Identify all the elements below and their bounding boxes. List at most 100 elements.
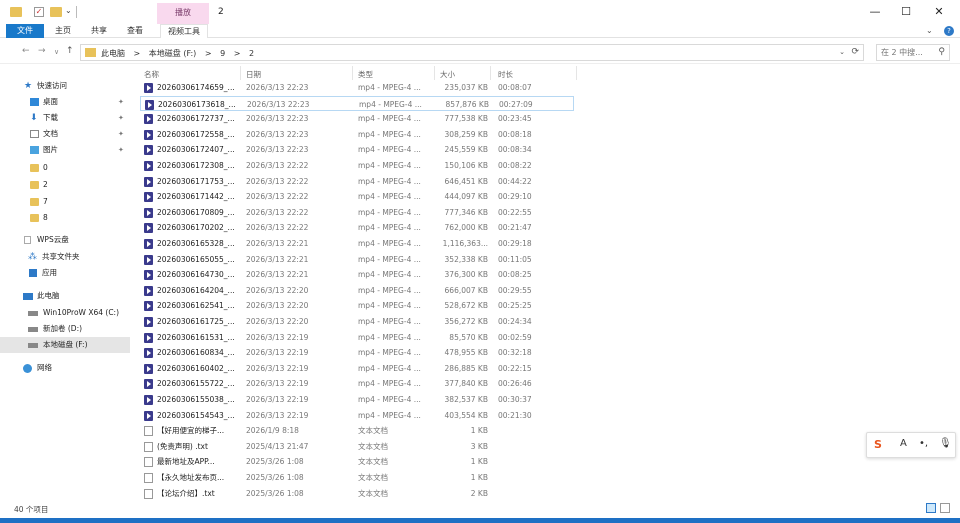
context-tab-play[interactable]: 播放 <box>157 3 209 24</box>
column-header-name[interactable]: 名称 <box>144 69 159 80</box>
sidebar-item-folder-7[interactable]: 7 <box>0 194 130 210</box>
sidebar-item-folder-2[interactable]: 2 <box>0 177 130 193</box>
file-name: 20260306160402_... <box>157 363 235 373</box>
pin-icon[interactable]: ✦ <box>118 110 124 126</box>
table-row[interactable]: 20260306172558_... 2026/3/13 22:23 mp4 - M… <box>140 127 580 142</box>
column-header-length[interactable]: 时长 <box>498 69 513 80</box>
breadcrumb[interactable]: 此电脑 > 本地磁盘 (F:) > 9 > 2 <box>101 48 260 59</box>
column-header-type[interactable]: 类型 <box>358 69 373 80</box>
help-icon[interactable]: ? <box>944 26 954 36</box>
breadcrumb-this-pc[interactable]: 此电脑 <box>101 49 125 58</box>
sidebar-item-drive-d[interactable]: 新加卷 (D:) <box>0 321 130 337</box>
table-row[interactable]: 20260306161531_... 2026/3/13 22:19 mp4 - M… <box>140 330 580 345</box>
column-separator[interactable] <box>352 66 353 80</box>
table-row[interactable]: 20260306171753_... 2026/3/13 22:22 mp4 - M… <box>140 174 580 189</box>
column-header-size[interactable]: 大小 <box>440 69 455 80</box>
search-box[interactable]: ⚲ <box>876 44 950 61</box>
tab-home[interactable]: 主页 <box>48 24 78 38</box>
properties-icon[interactable]: ✓ <box>34 7 44 17</box>
breadcrumb-drive-f[interactable]: 本地磁盘 (F:) <box>149 49 196 58</box>
punctuation-button[interactable]: •, <box>919 438 928 449</box>
large-icons-view-button[interactable] <box>940 503 950 513</box>
pin-icon[interactable]: ✦ <box>118 94 124 110</box>
sidebar-item-downloads[interactable]: ⬇ 下载 ✦ <box>0 110 130 126</box>
table-row[interactable]: 20260306171442_... 2026/3/13 22:22 mp4 - M… <box>140 189 580 204</box>
recent-locations-icon[interactable]: ∨ <box>54 48 59 56</box>
table-row[interactable]: 20260306172308_... 2026/3/13 22:22 mp4 - M… <box>140 158 580 173</box>
table-row[interactable]: 20260306160834_... 2026/3/13 22:19 mp4 - M… <box>140 345 580 360</box>
table-row[interactable]: 【永久地址发布页... 2025/3/26 1:08 文本文档 1 KB <box>140 470 580 485</box>
tab-share[interactable]: 共享 <box>84 24 114 38</box>
sidebar-item-shared-folder[interactable]: ⁂ 共享文件夹 <box>0 249 130 265</box>
sidebar-item-documents[interactable]: 文档 ✦ <box>0 126 130 142</box>
back-icon[interactable]: ← <box>22 46 30 56</box>
address-bar[interactable]: 此电脑 > 本地磁盘 (F:) > 9 > 2 ⌄ ⟳ <box>80 44 864 61</box>
breadcrumb-folder-2[interactable]: 2 <box>249 49 254 58</box>
sidebar-item-this-pc[interactable]: 此电脑 <box>0 288 130 304</box>
table-row[interactable]: 20260306170202_... 2026/3/13 22:22 mp4 - M… <box>140 220 580 235</box>
column-separator[interactable] <box>434 66 435 80</box>
table-row[interactable]: 20260306165328_... 2026/3/13 22:21 mp4 - M… <box>140 236 580 251</box>
pin-icon[interactable]: ✦ <box>118 126 124 142</box>
sidebar-item-desktop[interactable]: 桌面 ✦ <box>0 94 130 110</box>
table-row[interactable]: 【论坛介绍】.txt 2025/3/26 1:08 文本文档 2 KB <box>140 486 580 501</box>
sidebar-item-folder-8[interactable]: 8 <box>0 210 130 226</box>
file-date: 2025/4/13 21:47 <box>246 441 309 451</box>
search-icon[interactable]: ⚲ <box>938 47 945 57</box>
table-row[interactable]: 20260306155722_... 2026/3/13 22:19 mp4 - M… <box>140 376 580 391</box>
pin-icon[interactable]: ✦ <box>118 142 124 158</box>
sidebar-item-quick-access[interactable]: ★ 快速访问 <box>0 78 130 94</box>
table-row[interactable]: 20260306172407_... 2026/3/13 22:23 mp4 - M… <box>140 142 580 157</box>
item-count: 40 个项目 <box>14 505 49 514</box>
table-row[interactable]: 最新地址及APP... 2025/3/26 1:08 文本文档 1 KB <box>140 454 580 469</box>
column-separator[interactable] <box>490 66 491 80</box>
breadcrumb-separator[interactable]: > <box>205 49 212 58</box>
table-row[interactable]: 【好用便宜的梯子... 2026/1/9 8:18 文本文档 1 KB <box>140 423 580 438</box>
video-file-icon <box>144 301 153 312</box>
table-row[interactable]: 20260306174659_... 2026/3/13 22:23 mp4 - M… <box>140 80 580 95</box>
sidebar-item-network[interactable]: 网络 <box>0 360 130 376</box>
table-row[interactable]: (免责声明) .txt 2025/4/13 21:47 文本文档 3 KB <box>140 439 580 454</box>
forward-icon[interactable]: → <box>38 46 46 56</box>
table-row[interactable]: 20260306170809_... 2026/3/13 22:22 mp4 - M… <box>140 205 580 220</box>
customize-toolbar-icon[interactable]: ⌄ <box>65 6 72 15</box>
table-row[interactable]: 20260306162541_... 2026/3/13 22:20 mp4 - M… <box>140 298 580 313</box>
minimize-button[interactable]: — <box>858 0 892 24</box>
close-button[interactable]: ✕ <box>922 0 956 24</box>
sogou-logo-icon[interactable]: S <box>874 438 882 451</box>
table-row[interactable]: 20260306165055_... 2026/3/13 22:21 mp4 - M… <box>140 252 580 267</box>
table-row[interactable]: 20260306154543_... 2026/3/13 22:19 mp4 - M… <box>140 408 580 423</box>
sidebar-item-wps-cloud[interactable]: WPS云盘 <box>0 232 130 248</box>
breadcrumb-folder-9[interactable]: 9 <box>220 49 225 58</box>
breadcrumb-separator[interactable]: > <box>234 49 241 58</box>
chevron-down-icon[interactable]: ⌄ <box>839 48 845 56</box>
sidebar-item-apps[interactable]: 应用 <box>0 265 130 281</box>
column-separator[interactable] <box>576 66 577 80</box>
table-row[interactable]: 20260306164204_... 2026/3/13 22:20 mp4 - M… <box>140 283 580 298</box>
up-icon[interactable]: ↑ <box>66 46 74 56</box>
tab-view[interactable]: 查看 <box>120 24 150 38</box>
tab-video-tools[interactable]: 视频工具 <box>160 24 208 38</box>
microphone-icon[interactable]: 🎙 <box>939 438 952 449</box>
search-input[interactable] <box>881 48 937 57</box>
input-mode-button[interactable]: A <box>900 438 907 449</box>
tab-file[interactable]: 文件 <box>6 24 44 38</box>
new-folder-icon[interactable] <box>50 7 62 17</box>
table-row[interactable]: 20260306160402_... 2026/3/13 22:19 mp4 - M… <box>140 361 580 376</box>
column-separator[interactable] <box>240 66 241 80</box>
sidebar-item-drive-c[interactable]: Win10ProW X64 (C:) <box>0 305 130 321</box>
expand-ribbon-icon[interactable]: ⌄ <box>926 26 933 35</box>
table-row[interactable]: 20260306173618_... 2026/3/13 22:23 mp4 - M… <box>140 95 574 111</box>
table-row[interactable]: 20260306155038_... 2026/3/13 22:19 mp4 - M… <box>140 392 580 407</box>
table-row[interactable]: 20260306172737_... 2026/3/13 22:23 mp4 - M… <box>140 111 580 126</box>
column-header-date[interactable]: 日期 <box>246 69 261 80</box>
breadcrumb-separator[interactable]: > <box>134 49 141 58</box>
sidebar-item-folder-0[interactable]: 0 <box>0 160 130 176</box>
sidebar-item-pictures[interactable]: 图片 ✦ <box>0 142 130 158</box>
maximize-button[interactable]: ☐ <box>889 0 923 24</box>
table-row[interactable]: 20260306164730_... 2026/3/13 22:21 mp4 - M… <box>140 267 580 282</box>
table-row[interactable]: 20260306161725_... 2026/3/13 22:20 mp4 - M… <box>140 314 580 329</box>
sidebar-item-drive-f[interactable]: 本地磁盘 (F:) <box>0 337 130 353</box>
details-view-button[interactable] <box>926 503 936 513</box>
refresh-icon[interactable]: ⟳ <box>851 47 859 57</box>
